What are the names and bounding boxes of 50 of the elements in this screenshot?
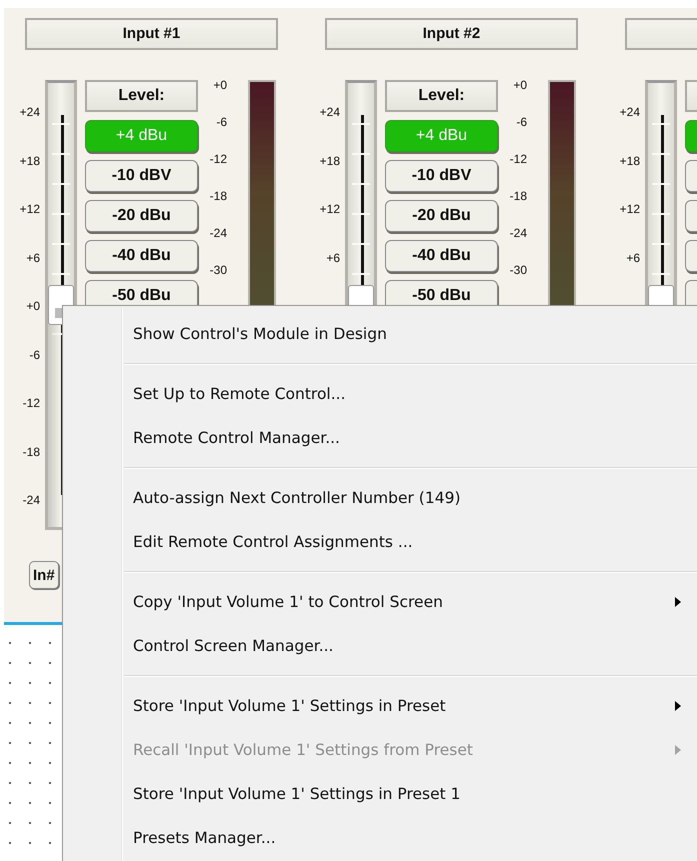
scale-label: -12 <box>22 395 40 412</box>
scale-label: +12 <box>318 201 340 218</box>
scale-label: +6 <box>625 250 640 266</box>
scale-label: +6 <box>25 250 40 266</box>
level-heading: Level: <box>385 80 498 112</box>
level-button[interactable]: -40 dBu <box>85 240 198 272</box>
level-button[interactable]: -10 dBV <box>385 160 498 192</box>
scale-label: +12 <box>618 201 640 218</box>
scale-label: -18 <box>22 444 40 460</box>
meter-scale-label: -18 <box>508 188 527 205</box>
scale-label: +18 <box>318 152 340 170</box>
menu-item[interactable]: Set Up to Remote Control... <box>63 372 697 416</box>
meter-scale-label: -18 <box>208 188 227 205</box>
meter-scale-label: -6 <box>515 114 527 131</box>
scale-label: +12 <box>18 201 40 218</box>
level-button[interactable]: -40 dBu <box>385 240 498 272</box>
level-heading: Level: <box>85 80 198 112</box>
menu-item[interactable]: Auto-assign Next Controller Number (149) <box>63 476 697 520</box>
meter-scale-label: -24 <box>208 225 227 242</box>
channel-name-button[interactable]: In# <box>29 561 59 589</box>
menu-item[interactable]: Presets Manager... <box>63 816 697 860</box>
scale-label: +24 <box>618 104 640 121</box>
scale-label: +6 <box>325 250 340 266</box>
meter-scale-label: +0 <box>212 77 227 94</box>
scale-label: +18 <box>618 152 640 170</box>
meter-scale-label: -24 <box>508 225 527 242</box>
menu-item[interactable]: Remote Control Manager... <box>63 416 697 460</box>
meter-scale-label: -12 <box>208 151 227 168</box>
meter-scale-label: +0 <box>512 77 527 94</box>
meter-scale-label: -6 <box>215 114 227 131</box>
menu-item[interactable]: Show Control's Module in Design <box>63 312 697 356</box>
menu-item[interactable]: Edit Remote Control Assignments ... <box>63 520 697 564</box>
scale-label: +24 <box>318 104 340 121</box>
scale-label: -6 <box>28 346 40 364</box>
channel-title: Input #2 <box>325 18 578 50</box>
meter-scale-label: -12 <box>508 151 527 168</box>
meter-scale-label: -30 <box>508 262 527 279</box>
scale-label: +24 <box>18 104 40 121</box>
scale-label: -24 <box>22 492 40 509</box>
level-button[interactable]: -20 dBu <box>85 200 198 232</box>
menu-item[interactable]: Copy 'Input Volume 1' to Control Screen <box>63 580 697 624</box>
menu-item[interactable]: Control Screen Manager... <box>63 624 697 668</box>
scale-label: +0 <box>25 298 40 315</box>
level-button[interactable]: -20 dBu <box>385 200 498 232</box>
scale-label: +18 <box>18 152 40 170</box>
menu-item[interactable]: Store 'Input Volume 1' Settings in Preset 1 <box>63 772 697 816</box>
level-button[interactable]: -10 dBV <box>85 160 198 192</box>
channel-title: Input #1 <box>25 18 278 50</box>
menu-item[interactable]: Store 'Input Volume 1' Settings in Preset <box>63 684 697 728</box>
meter-scale-label: -30 <box>208 262 227 279</box>
